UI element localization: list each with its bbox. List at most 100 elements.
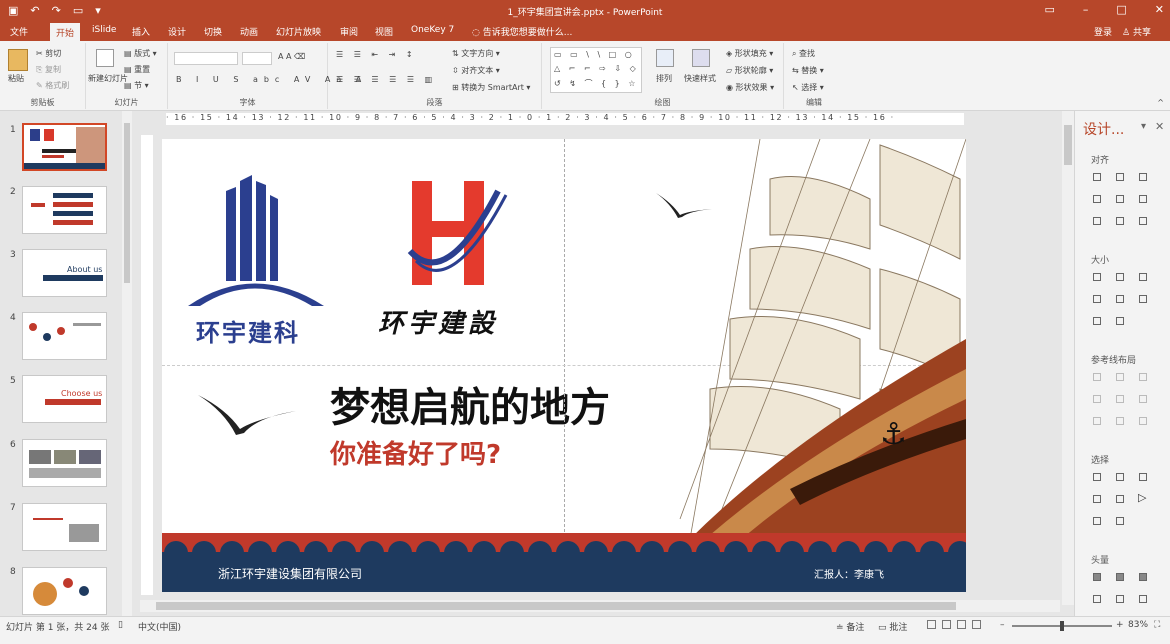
layer-5-icon[interactable]	[1116, 595, 1124, 603]
zoom-level[interactable]: 83%	[1128, 620, 1148, 630]
share-button[interactable]: ♙ 共享	[1122, 25, 1151, 38]
shapes-row-3[interactable]: ↺ ↯ ⌒ { } ☆	[554, 78, 638, 89]
select-all-icon[interactable]	[1116, 517, 1124, 525]
align-bottom-icon[interactable]	[1139, 195, 1147, 203]
tab-design[interactable]: 设计	[168, 25, 186, 38]
pane-options-icon[interactable]: ▾	[1141, 121, 1146, 132]
guide-h-icon[interactable]	[1093, 417, 1101, 425]
maximize-icon[interactable]: □	[1116, 3, 1126, 16]
layer-2-icon[interactable]	[1116, 573, 1124, 581]
shape-effects-button[interactable]: ◉ 形状效果 ▾	[726, 82, 774, 93]
size-center-icon[interactable]	[1116, 295, 1124, 303]
tab-review[interactable]: 审阅	[340, 25, 358, 38]
distribute-v-icon[interactable]	[1116, 217, 1124, 225]
shapes-gallery[interactable]: ▭ ▭ \ \ □ ○ △ ⌐ ⌐ ⇨ ⇩ ◇ ↺ ↯ ⌒ { } ☆	[550, 47, 642, 93]
slide-thumbnail-5[interactable]: Choose us	[22, 375, 107, 423]
size-left-icon[interactable]	[1093, 295, 1101, 303]
zoom-out-button[interactable]: –	[1000, 620, 1005, 630]
guide-fit-icon[interactable]	[1139, 417, 1147, 425]
editor-vertical-scrollbar[interactable]	[1062, 111, 1074, 605]
guide-v-icon[interactable]	[1116, 417, 1124, 425]
shapes-row-2[interactable]: △ ⌐ ⌐ ⇨ ⇩ ◇	[554, 64, 639, 73]
new-slide-icon[interactable]	[96, 49, 114, 67]
quick-styles-button[interactable]: 快速样式	[684, 73, 716, 84]
view-buttons[interactable]	[924, 620, 984, 632]
shape-outline-button[interactable]: ▱ 形状轮廓 ▾	[726, 65, 773, 76]
same-size-icon[interactable]	[1139, 273, 1147, 281]
layout-button[interactable]: ▤ 版式 ▾	[124, 48, 157, 59]
find-button[interactable]: ⌕ 查找	[792, 48, 815, 59]
distribute-h-icon[interactable]	[1093, 217, 1101, 225]
tab-onekey[interactable]: OneKey 7	[411, 25, 454, 35]
editor-horizontal-scrollbar[interactable]	[140, 600, 1060, 612]
slide-thumbnail-4[interactable]	[22, 312, 107, 360]
tab-slideshow[interactable]: 幻灯片放映	[276, 25, 321, 38]
editor-hscroll-thumb[interactable]	[156, 602, 956, 610]
tell-me-box[interactable]: ◌ 告诉我您想要做什么...	[472, 25, 572, 38]
select-pointer-icon[interactable]: ▷	[1138, 491, 1146, 504]
slideshow-view-icon[interactable]	[972, 620, 981, 629]
thumbnail-scrollbar[interactable]	[122, 111, 132, 616]
align-top-icon[interactable]	[1093, 195, 1101, 203]
list-buttons[interactable]: ☰ ☰ ⇤ ⇥ ↕	[336, 50, 417, 59]
arrange-button[interactable]: 排列	[656, 73, 672, 84]
login-link[interactable]: 登录	[1094, 25, 1112, 38]
zoom-slider-thumb[interactable]	[1060, 621, 1064, 631]
size-top-icon[interactable]	[1093, 317, 1101, 325]
guide-top-icon[interactable]	[1093, 395, 1101, 403]
slide-thumbnail-6[interactable]	[22, 439, 107, 487]
format-painter-button[interactable]: ✎ 格式刷	[36, 80, 69, 91]
guide-bottom-icon[interactable]	[1139, 395, 1147, 403]
spellcheck-icon[interactable]: ▯	[118, 620, 123, 630]
size-right-icon[interactable]	[1139, 295, 1147, 303]
select-similar-icon[interactable]	[1116, 473, 1124, 481]
same-width-icon[interactable]	[1093, 273, 1101, 281]
text-direction-button[interactable]: ⇅ 文字方向 ▾	[452, 48, 500, 59]
quick-styles-icon[interactable]	[692, 49, 710, 67]
distribute-icon[interactable]	[1139, 217, 1147, 225]
slide-thumbnail-1[interactable]	[22, 123, 107, 171]
reset-button[interactable]: ▤ 重置	[124, 64, 150, 75]
slide-canvas[interactable]: 环宇建科 环宇建設 梦想启航的地方 你准备好了吗? ⚓ 浙江环宇建设集团有限公司…	[162, 139, 966, 592]
close-icon[interactable]: ✕	[1155, 3, 1164, 16]
guide-right-icon[interactable]	[1139, 373, 1147, 381]
slide-thumbnail-2[interactable]	[22, 186, 107, 234]
same-height-icon[interactable]	[1116, 273, 1124, 281]
align-text-button[interactable]: ⇳ 对齐文本 ▾	[452, 65, 500, 76]
slide-thumbnail-8[interactable]	[22, 567, 107, 615]
grow-shrink-font[interactable]: A A ⌫	[278, 52, 305, 61]
align-middle-icon[interactable]	[1116, 195, 1124, 203]
collapse-ribbon-icon[interactable]: ^	[1157, 98, 1164, 107]
select-down-icon[interactable]	[1093, 517, 1101, 525]
layer-1-icon[interactable]	[1093, 573, 1101, 581]
copy-button[interactable]: ⎘ 复制	[36, 64, 61, 75]
align-buttons[interactable]: ☰ ☰ ☰ ☰ ☰ ▥	[336, 75, 436, 84]
pane-close-icon[interactable]: ✕	[1155, 120, 1164, 133]
comments-button[interactable]: ▭ 批注	[878, 620, 907, 633]
font-name-box[interactable]	[174, 52, 238, 65]
ribbon-display-options-icon[interactable]: ▭	[1044, 3, 1054, 16]
tab-transitions[interactable]: 切换	[204, 25, 222, 38]
footer-reporter[interactable]: 汇报人：李康飞	[814, 566, 884, 581]
thumbnail-scroll-thumb[interactable]	[124, 123, 130, 283]
select-top-icon[interactable]	[1093, 495, 1101, 503]
select-button[interactable]: ↖ 选择 ▾	[792, 82, 824, 93]
tab-islide[interactable]: iSlide	[92, 25, 116, 35]
language-status[interactable]: 中文(中国)	[138, 620, 181, 633]
align-right-icon[interactable]	[1139, 173, 1147, 181]
slide-subheadline[interactable]: 你准备好了吗?	[330, 434, 501, 471]
new-slide-button[interactable]: 新建幻灯片	[88, 73, 128, 84]
select-copy-icon[interactable]	[1139, 473, 1147, 481]
size-bottom-icon[interactable]	[1116, 317, 1124, 325]
zoom-in-button[interactable]: +	[1116, 620, 1124, 630]
reading-view-icon[interactable]	[957, 620, 966, 629]
tab-animations[interactable]: 动画	[240, 25, 258, 38]
slide-sorter-icon[interactable]	[942, 620, 951, 629]
minimize-icon[interactable]: –	[1083, 3, 1089, 16]
normal-view-icon[interactable]	[927, 620, 936, 629]
select-same-icon[interactable]	[1093, 473, 1101, 481]
slide-thumbnail-3[interactable]: About us	[22, 249, 107, 297]
guide-middle-icon[interactable]	[1116, 395, 1124, 403]
shapes-row-1[interactable]: ▭ ▭ \ \ □ ○	[554, 50, 635, 59]
layer-6-icon[interactable]	[1139, 595, 1147, 603]
